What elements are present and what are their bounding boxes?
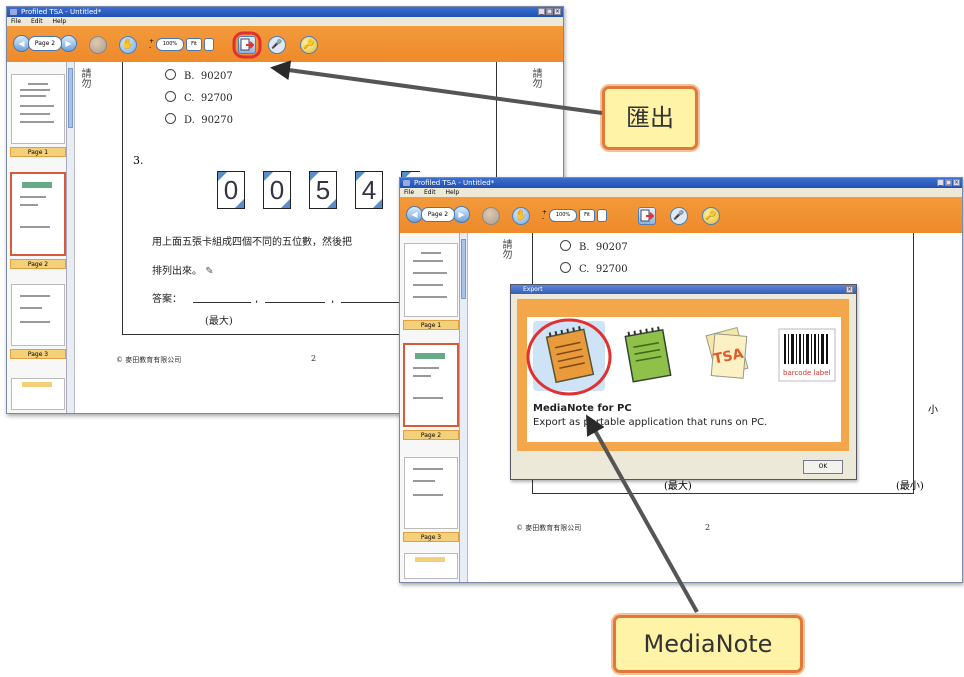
arrow-to-export-button (270, 60, 603, 115)
arrow-to-medianote-option (586, 414, 699, 613)
annotation-arrows (270, 60, 699, 613)
page-number-field[interactable]: Page 2 (28, 36, 62, 51)
page-number-field[interactable]: Page 2 (421, 207, 455, 222)
